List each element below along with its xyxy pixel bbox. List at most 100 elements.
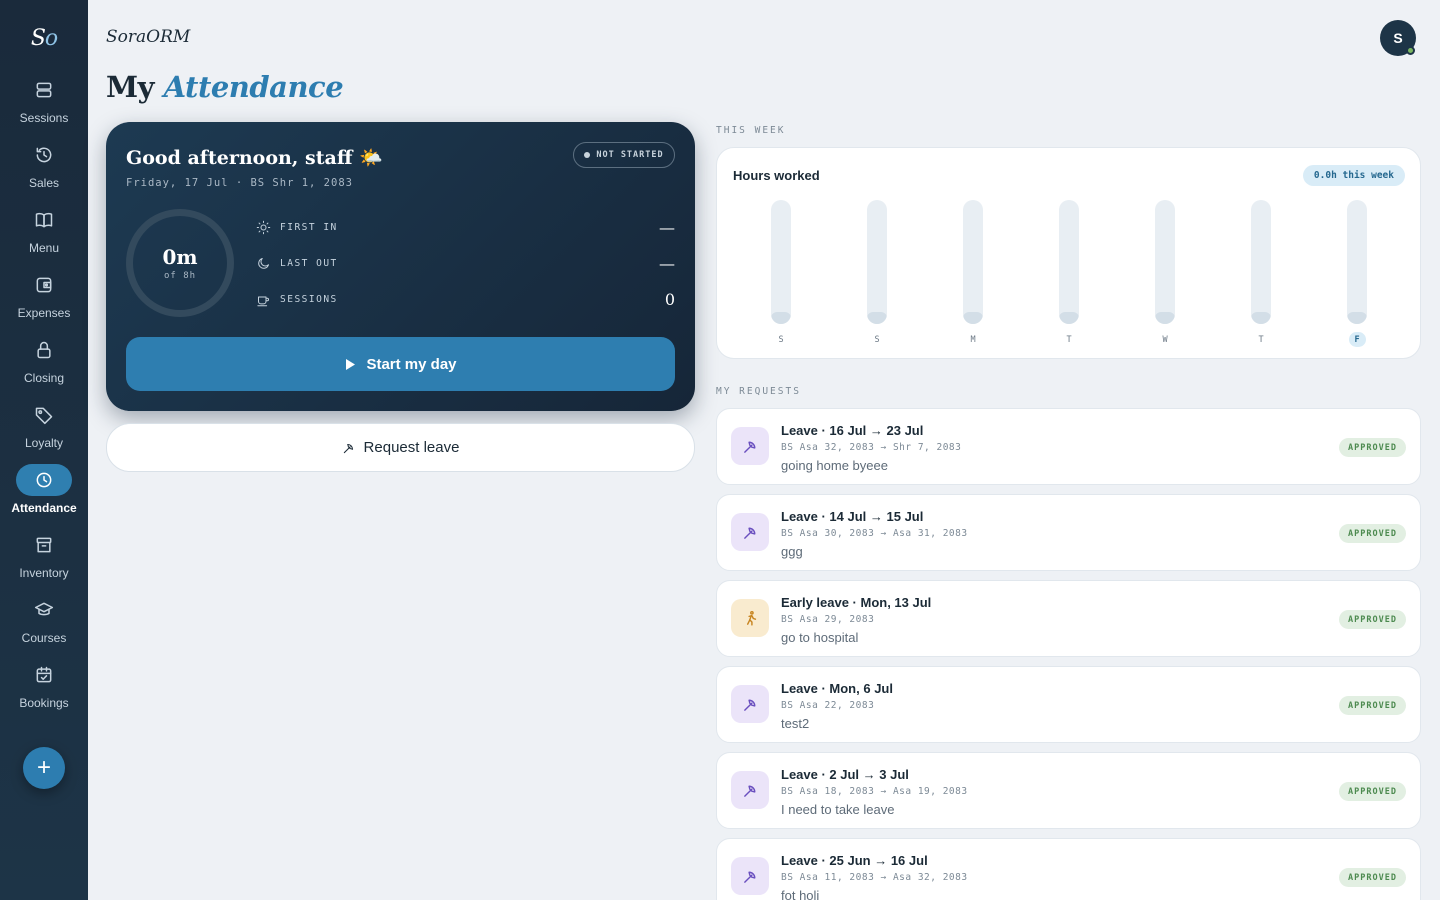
day-label: W [1162,334,1168,345]
bar-fill [1059,312,1079,324]
first-in-value: — [659,217,675,237]
request-card[interactable]: Early leave · Mon, 13 Jul BS Asa 29, 2083… [716,580,1421,657]
sidebar-item-closing[interactable]: Closing [0,334,88,399]
sidebar-item-label: Bookings [19,696,69,710]
sidebar-item-sessions[interactable]: Sessions [0,74,88,139]
request-note: go to hospital [781,630,859,645]
first-in-label: FIRST IN [280,221,338,233]
sidebar-item-loyalty[interactable]: Loyalty [0,399,88,464]
day-bar-1: S [866,200,888,347]
hours-worked-title: Hours worked [733,168,820,183]
umbrella-icon [731,685,769,723]
request-title: Leave · 14 Jul → 15 Jul [781,509,924,524]
status-badge: APPROVED [1339,782,1406,801]
request-bs-date: BS Asa 18, 2083 → Asa 19, 2083 [781,786,968,797]
date-line: Friday, 17 Jul · BS Shr 1, 2083 [126,177,353,189]
hours-worked-card: Hours worked 0.0h this week S S M T W T F [716,147,1421,359]
start-my-day-label: Start my day [366,355,457,373]
sidebar-item-label: Sales [28,176,60,190]
coffee-icon [257,296,269,306]
request-note: ggg [781,544,803,559]
request-title: Leave · 25 Jun → 16 Jul [781,853,928,868]
sidebar-item-label: Closing [23,371,65,385]
archive-icon [16,529,72,561]
sidebar-item-menu[interactable]: Menu [0,204,88,269]
request-bs-date: BS Asa 32, 2083 → Shr 7, 2083 [781,442,962,453]
status-badge: APPROVED [1339,524,1406,543]
graduation-cap-icon [16,594,72,626]
request-note: test2 [781,716,810,731]
bar-track [1059,200,1079,324]
sun-icon [256,220,271,234]
sidebar: So Sessions Sales Menu Expenses Closing … [0,0,88,900]
sidebar-item-expenses[interactable]: Expenses [0,269,88,334]
request-leave-button[interactable]: Request leave [106,423,695,472]
clock-icon [16,464,72,496]
request-card[interactable]: Leave · 16 Jul → 23 Jul BS Asa 32, 2083 →… [716,408,1421,485]
status-badge: APPROVED [1339,438,1406,457]
start-my-day-button[interactable]: Start my day [126,337,675,391]
request-bs-date: BS Asa 30, 2083 → Asa 31, 2083 [781,528,968,539]
request-title: Leave · 16 Jul → 23 Jul [781,423,924,438]
request-note: I need to take leave [781,802,895,817]
sidebar-item-label: Inventory [19,566,69,580]
sidebar-item-attendance[interactable]: Attendance [0,464,88,529]
sidebar-nav: Sessions Sales Menu Expenses Closing Loy… [0,74,88,724]
bar-track [1347,200,1367,324]
day-label: M [970,334,976,345]
sidebar-item-courses[interactable]: Courses [0,594,88,659]
bar-fill [1251,312,1271,324]
request-note: fot holi [781,888,820,900]
bar-track [963,200,983,324]
my-requests-label: MY REQUESTS [716,386,801,397]
bar-fill [771,312,791,324]
bar-fill [867,312,887,324]
brand-name: SoraORM [106,27,191,47]
last-out-value: — [659,253,675,273]
sidebar-item-label: Menu [28,241,60,255]
request-card[interactable]: Leave · 25 Jun → 16 Jul BS Asa 11, 2083 →… [716,838,1421,900]
request-leave-label: Request leave [363,439,460,456]
online-status-dot [1406,46,1415,55]
sidebar-item-sales[interactable]: Sales [0,139,88,204]
avatar[interactable]: S [1380,20,1416,56]
umbrella-icon [731,427,769,465]
day-bar-2: M [962,200,984,347]
app-logo[interactable]: So [31,26,58,56]
sidebar-item-bookings[interactable]: Bookings [0,659,88,724]
sidebar-item-label: Loyalty [24,436,64,450]
sidebar-item-label: Sessions [19,111,69,125]
request-card[interactable]: Leave · Mon, 6 Jul BS Asa 22, 2083 test2 AP… [716,666,1421,743]
umbrella-icon [731,771,769,809]
day-bar-3: T [1058,200,1080,347]
sessions-icon [16,74,72,106]
day-bar-4: W [1154,200,1176,347]
logo-letter-o: o [44,26,58,51]
umbrella-icon [731,513,769,551]
status-text: NOT STARTED [596,150,664,160]
umbrella-icon [731,857,769,895]
book-icon [16,204,72,236]
add-button[interactable]: + [23,747,65,789]
sessions-value: 0 [664,289,675,309]
request-title: Leave · 2 Jul → 3 Jul [781,767,909,782]
day-bar-6: F [1346,200,1368,347]
sidebar-item-label: Attendance [11,501,77,515]
day-bar-0: S [770,200,792,347]
lock-icon [16,334,72,366]
last-out-label: LAST OUT [280,257,338,269]
play-icon [346,358,356,370]
tag-icon [16,399,72,431]
request-card[interactable]: Leave · 2 Jul → 3 Jul BS Asa 18, 2083 → A… [716,752,1421,829]
request-card[interactable]: Leave · 14 Jul → 15 Jul BS Asa 30, 2083 →… [716,494,1421,571]
bar-track [1155,200,1175,324]
bar-track [771,200,791,324]
day-label: F [1348,332,1366,347]
last-out-row: LAST OUT — [256,253,675,273]
status-badge: APPROVED [1339,610,1406,629]
day-bar-5: T [1250,200,1272,347]
request-title: Leave · Mon, 6 Jul [781,681,893,696]
status-badge: APPROVED [1339,696,1406,715]
request-note: going home byeee [781,458,888,473]
sidebar-item-inventory[interactable]: Inventory [0,529,88,594]
